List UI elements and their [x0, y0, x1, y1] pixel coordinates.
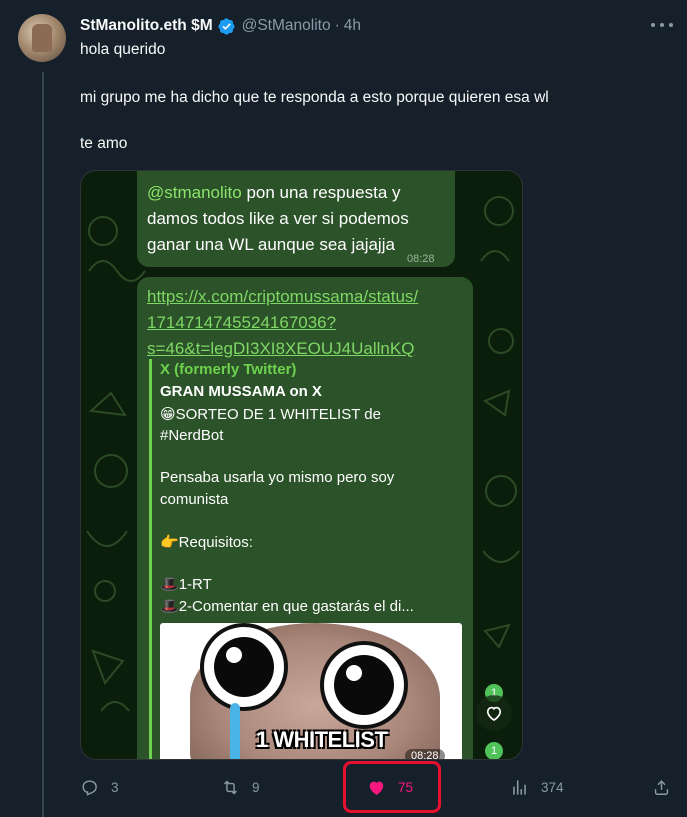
reply-count: 3 [111, 779, 119, 795]
message-time: 08:28 [405, 749, 445, 759]
link-line[interactable]: https://x.com/criptomussama/status/ [147, 284, 418, 310]
preview-line: 🎩1-RT [160, 576, 212, 593]
share-button[interactable] [652, 772, 671, 802]
preview-thumbnail[interactable]: 1 WHITELIST [160, 623, 462, 759]
eye-right [320, 641, 408, 729]
tear [230, 703, 240, 759]
message-text: ganar una WL aunque sea jajajja [147, 235, 395, 254]
mention-link[interactable]: @stmanolito [147, 183, 242, 202]
preview-source: X (formerly Twitter) [160, 361, 297, 378]
separator-dot: · [334, 17, 340, 34]
view-count: 374 [541, 779, 564, 795]
like-highlight-box [343, 761, 441, 813]
display-name[interactable]: StManolito.eth $M [80, 17, 213, 35]
tweet-text-line: hola querido [80, 41, 166, 58]
preview-line: #NerdBot [160, 427, 224, 444]
reply-icon [82, 779, 97, 796]
repost-icon [224, 780, 237, 794]
repost-count: 9 [252, 779, 260, 795]
preview-line: Pensaba usarla yo mismo pero soy [160, 469, 395, 486]
top-hat-icon: 🎩 [160, 598, 179, 615]
reaction-button[interactable] [476, 695, 512, 731]
reaction-count-badge: 1 [485, 742, 503, 759]
repost-button[interactable]: 9 [221, 772, 260, 802]
verified-badge-icon [217, 17, 236, 36]
avatar[interactable] [18, 14, 66, 62]
user-handle[interactable]: @StManolito [242, 17, 331, 35]
analytics-icon [513, 779, 526, 795]
preview-line: comunista [160, 491, 229, 508]
chat-message-text: @stmanolito pon una respuesta y damos to… [147, 180, 409, 258]
preview-line: 👉Requisitos: [160, 534, 253, 551]
views-button[interactable]: 374 [510, 772, 564, 802]
tweet-media-screenshot[interactable]: @stmanolito pon una respuesta y damos to… [80, 170, 523, 760]
tweet-text-line: te amo [80, 135, 128, 152]
message-time: 08:28 [407, 253, 435, 265]
heart-outline-icon [486, 706, 502, 722]
share-icon [654, 779, 669, 795]
preview-line: 🎩2-Comentar en que gastarás el di... [160, 598, 414, 615]
avatar-figure [32, 24, 52, 52]
message-link[interactable]: https://x.com/criptomussama/status/ 1714… [147, 284, 418, 362]
link-line[interactable]: 1714714745524167036? [147, 310, 418, 336]
message-text: pon una respuesta y [241, 183, 401, 202]
reply-button[interactable]: 3 [80, 772, 119, 802]
tweet-text-line: mi grupo me ha dicho que te responda a e… [80, 89, 549, 106]
tweet-time[interactable]: 4h [344, 17, 361, 35]
tweet-header: StManolito.eth $M @StManolito · 4h [80, 15, 361, 37]
message-text: damos todos like a ver si podemos [147, 209, 409, 228]
preview-title: GRAN MUSSAMA on X [160, 383, 322, 400]
eye-left [200, 623, 288, 711]
thread-line [42, 72, 44, 817]
thumbnail-caption: 1 WHITELIST [256, 727, 388, 752]
more-options-icon[interactable] [651, 16, 673, 34]
top-hat-icon: 🎩 [160, 576, 179, 593]
preview-line: 😁SORTEO DE 1 WHITELIST de [160, 406, 381, 423]
